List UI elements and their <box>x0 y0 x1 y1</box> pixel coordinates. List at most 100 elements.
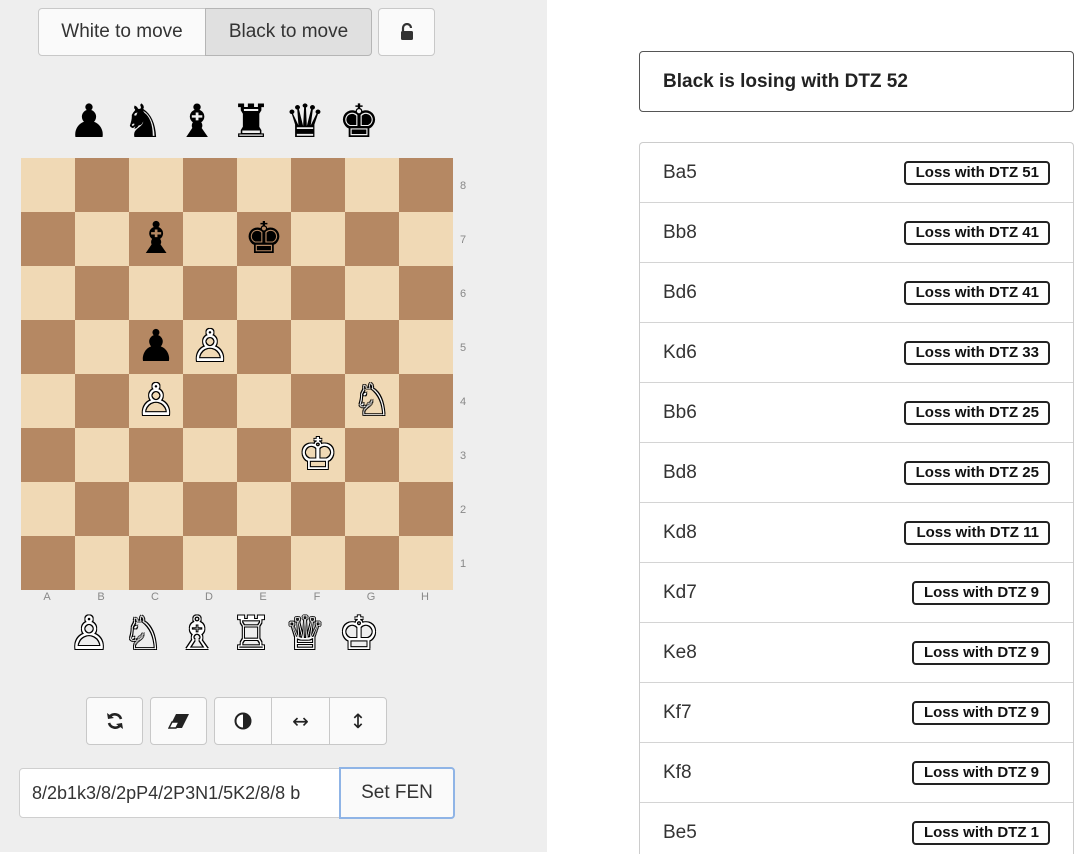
move-row[interactable]: Kd8 Loss with DTZ 11 <box>640 503 1073 563</box>
black-spare-piece[interactable]: ♞ <box>116 93 170 149</box>
move-row[interactable]: Kd6 Loss with DTZ 33 <box>640 323 1073 383</box>
square-g8[interactable] <box>345 158 399 212</box>
square-e5[interactable] <box>237 320 291 374</box>
move-row[interactable]: Kf8 Loss with DTZ 9 <box>640 743 1073 803</box>
square-h1[interactable] <box>399 536 453 590</box>
black-to-move-button[interactable]: Black to move <box>205 8 372 56</box>
square-e8[interactable] <box>237 158 291 212</box>
square-h8[interactable] <box>399 158 453 212</box>
clear-board-button[interactable] <box>150 697 207 745</box>
square-c2[interactable] <box>129 482 183 536</box>
square-b2[interactable] <box>75 482 129 536</box>
black-spare-piece[interactable]: ♝ <box>170 93 224 149</box>
chess-piece[interactable]: ♟ <box>136 325 175 369</box>
square-c6[interactable] <box>129 266 183 320</box>
white-spare-piece[interactable]: ♙ <box>62 605 116 661</box>
swap-color-button[interactable] <box>214 697 272 745</box>
square-a5[interactable] <box>21 320 75 374</box>
move-row[interactable]: Ke8 Loss with DTZ 9 <box>640 623 1073 683</box>
square-b3[interactable] <box>75 428 129 482</box>
move-row[interactable]: Be5 Loss with DTZ 1 <box>640 803 1073 854</box>
square-b5[interactable] <box>75 320 129 374</box>
square-a3[interactable] <box>21 428 75 482</box>
square-f6[interactable] <box>291 266 345 320</box>
chess-piece[interactable]: ♙ <box>136 379 175 423</box>
square-d1[interactable] <box>183 536 237 590</box>
square-e3[interactable] <box>237 428 291 482</box>
fen-input[interactable] <box>19 768 340 818</box>
square-f7[interactable] <box>291 212 345 266</box>
move-row[interactable]: Bb6 Loss with DTZ 25 <box>640 383 1073 443</box>
square-b8[interactable] <box>75 158 129 212</box>
square-d8[interactable] <box>183 158 237 212</box>
square-h4[interactable] <box>399 374 453 428</box>
square-b6[interactable] <box>75 266 129 320</box>
white-spare-piece[interactable]: ♕ <box>278 605 332 661</box>
square-a4[interactable] <box>21 374 75 428</box>
square-f8[interactable] <box>291 158 345 212</box>
square-g3[interactable] <box>345 428 399 482</box>
square-d4[interactable] <box>183 374 237 428</box>
white-spare-piece[interactable]: ♖ <box>224 605 278 661</box>
square-g6[interactable] <box>345 266 399 320</box>
lock-button[interactable] <box>378 8 435 56</box>
flip-board-button[interactable] <box>86 697 143 745</box>
square-e1[interactable] <box>237 536 291 590</box>
square-c5[interactable]: ♟ <box>129 320 183 374</box>
black-spare-piece[interactable]: ♚ <box>332 93 386 149</box>
square-h2[interactable] <box>399 482 453 536</box>
set-fen-button[interactable]: Set FEN <box>339 767 455 819</box>
square-h7[interactable] <box>399 212 453 266</box>
white-spare-piece[interactable]: ♗ <box>170 605 224 661</box>
mirror-vertical-button[interactable]: ↕ <box>329 697 387 745</box>
square-f1[interactable] <box>291 536 345 590</box>
square-g5[interactable] <box>345 320 399 374</box>
move-row[interactable]: Kf7 Loss with DTZ 9 <box>640 683 1073 743</box>
chess-piece[interactable]: ♚ <box>244 217 283 261</box>
square-h5[interactable] <box>399 320 453 374</box>
black-spare-piece[interactable]: ♟ <box>62 93 116 149</box>
white-spare-piece[interactable]: ♘ <box>116 605 170 661</box>
move-row[interactable]: Ba5 Loss with DTZ 51 <box>640 143 1073 203</box>
square-c7[interactable]: ♝ <box>129 212 183 266</box>
square-c8[interactable] <box>129 158 183 212</box>
square-g1[interactable] <box>345 536 399 590</box>
square-c1[interactable] <box>129 536 183 590</box>
black-spare-piece[interactable]: ♛ <box>278 93 332 149</box>
move-row[interactable]: Bb8 Loss with DTZ 41 <box>640 203 1073 263</box>
white-to-move-button[interactable]: White to move <box>38 8 206 56</box>
chess-piece[interactable]: ♝ <box>136 217 175 261</box>
chess-piece[interactable]: ♘ <box>352 379 391 423</box>
square-d6[interactable] <box>183 266 237 320</box>
square-h3[interactable] <box>399 428 453 482</box>
square-e7[interactable]: ♚ <box>237 212 291 266</box>
square-d7[interactable] <box>183 212 237 266</box>
square-d5[interactable]: ♙ <box>183 320 237 374</box>
white-spare-piece[interactable]: ♔ <box>332 605 386 661</box>
chess-piece[interactable]: ♔ <box>298 433 337 477</box>
chess-piece[interactable]: ♙ <box>190 325 229 369</box>
square-e4[interactable] <box>237 374 291 428</box>
square-d2[interactable] <box>183 482 237 536</box>
move-row[interactable]: Bd6 Loss with DTZ 41 <box>640 263 1073 323</box>
square-a8[interactable] <box>21 158 75 212</box>
square-e2[interactable] <box>237 482 291 536</box>
square-a6[interactable] <box>21 266 75 320</box>
square-h6[interactable] <box>399 266 453 320</box>
square-c4[interactable]: ♙ <box>129 374 183 428</box>
move-row[interactable]: Kd7 Loss with DTZ 9 <box>640 563 1073 623</box>
square-f5[interactable] <box>291 320 345 374</box>
square-f4[interactable] <box>291 374 345 428</box>
square-b1[interactable] <box>75 536 129 590</box>
square-g2[interactable] <box>345 482 399 536</box>
move-row[interactable]: Bd8 Loss with DTZ 25 <box>640 443 1073 503</box>
chess-board[interactable]: ♝ ♚ ♟ ♙ ♙ ♘ ♔ <box>21 158 453 590</box>
square-c3[interactable] <box>129 428 183 482</box>
square-a2[interactable] <box>21 482 75 536</box>
square-a7[interactable] <box>21 212 75 266</box>
square-g4[interactable]: ♘ <box>345 374 399 428</box>
mirror-horizontal-button[interactable]: ↔ <box>271 697 330 745</box>
black-spare-piece[interactable]: ♜ <box>224 93 278 149</box>
square-b7[interactable] <box>75 212 129 266</box>
square-f3[interactable]: ♔ <box>291 428 345 482</box>
